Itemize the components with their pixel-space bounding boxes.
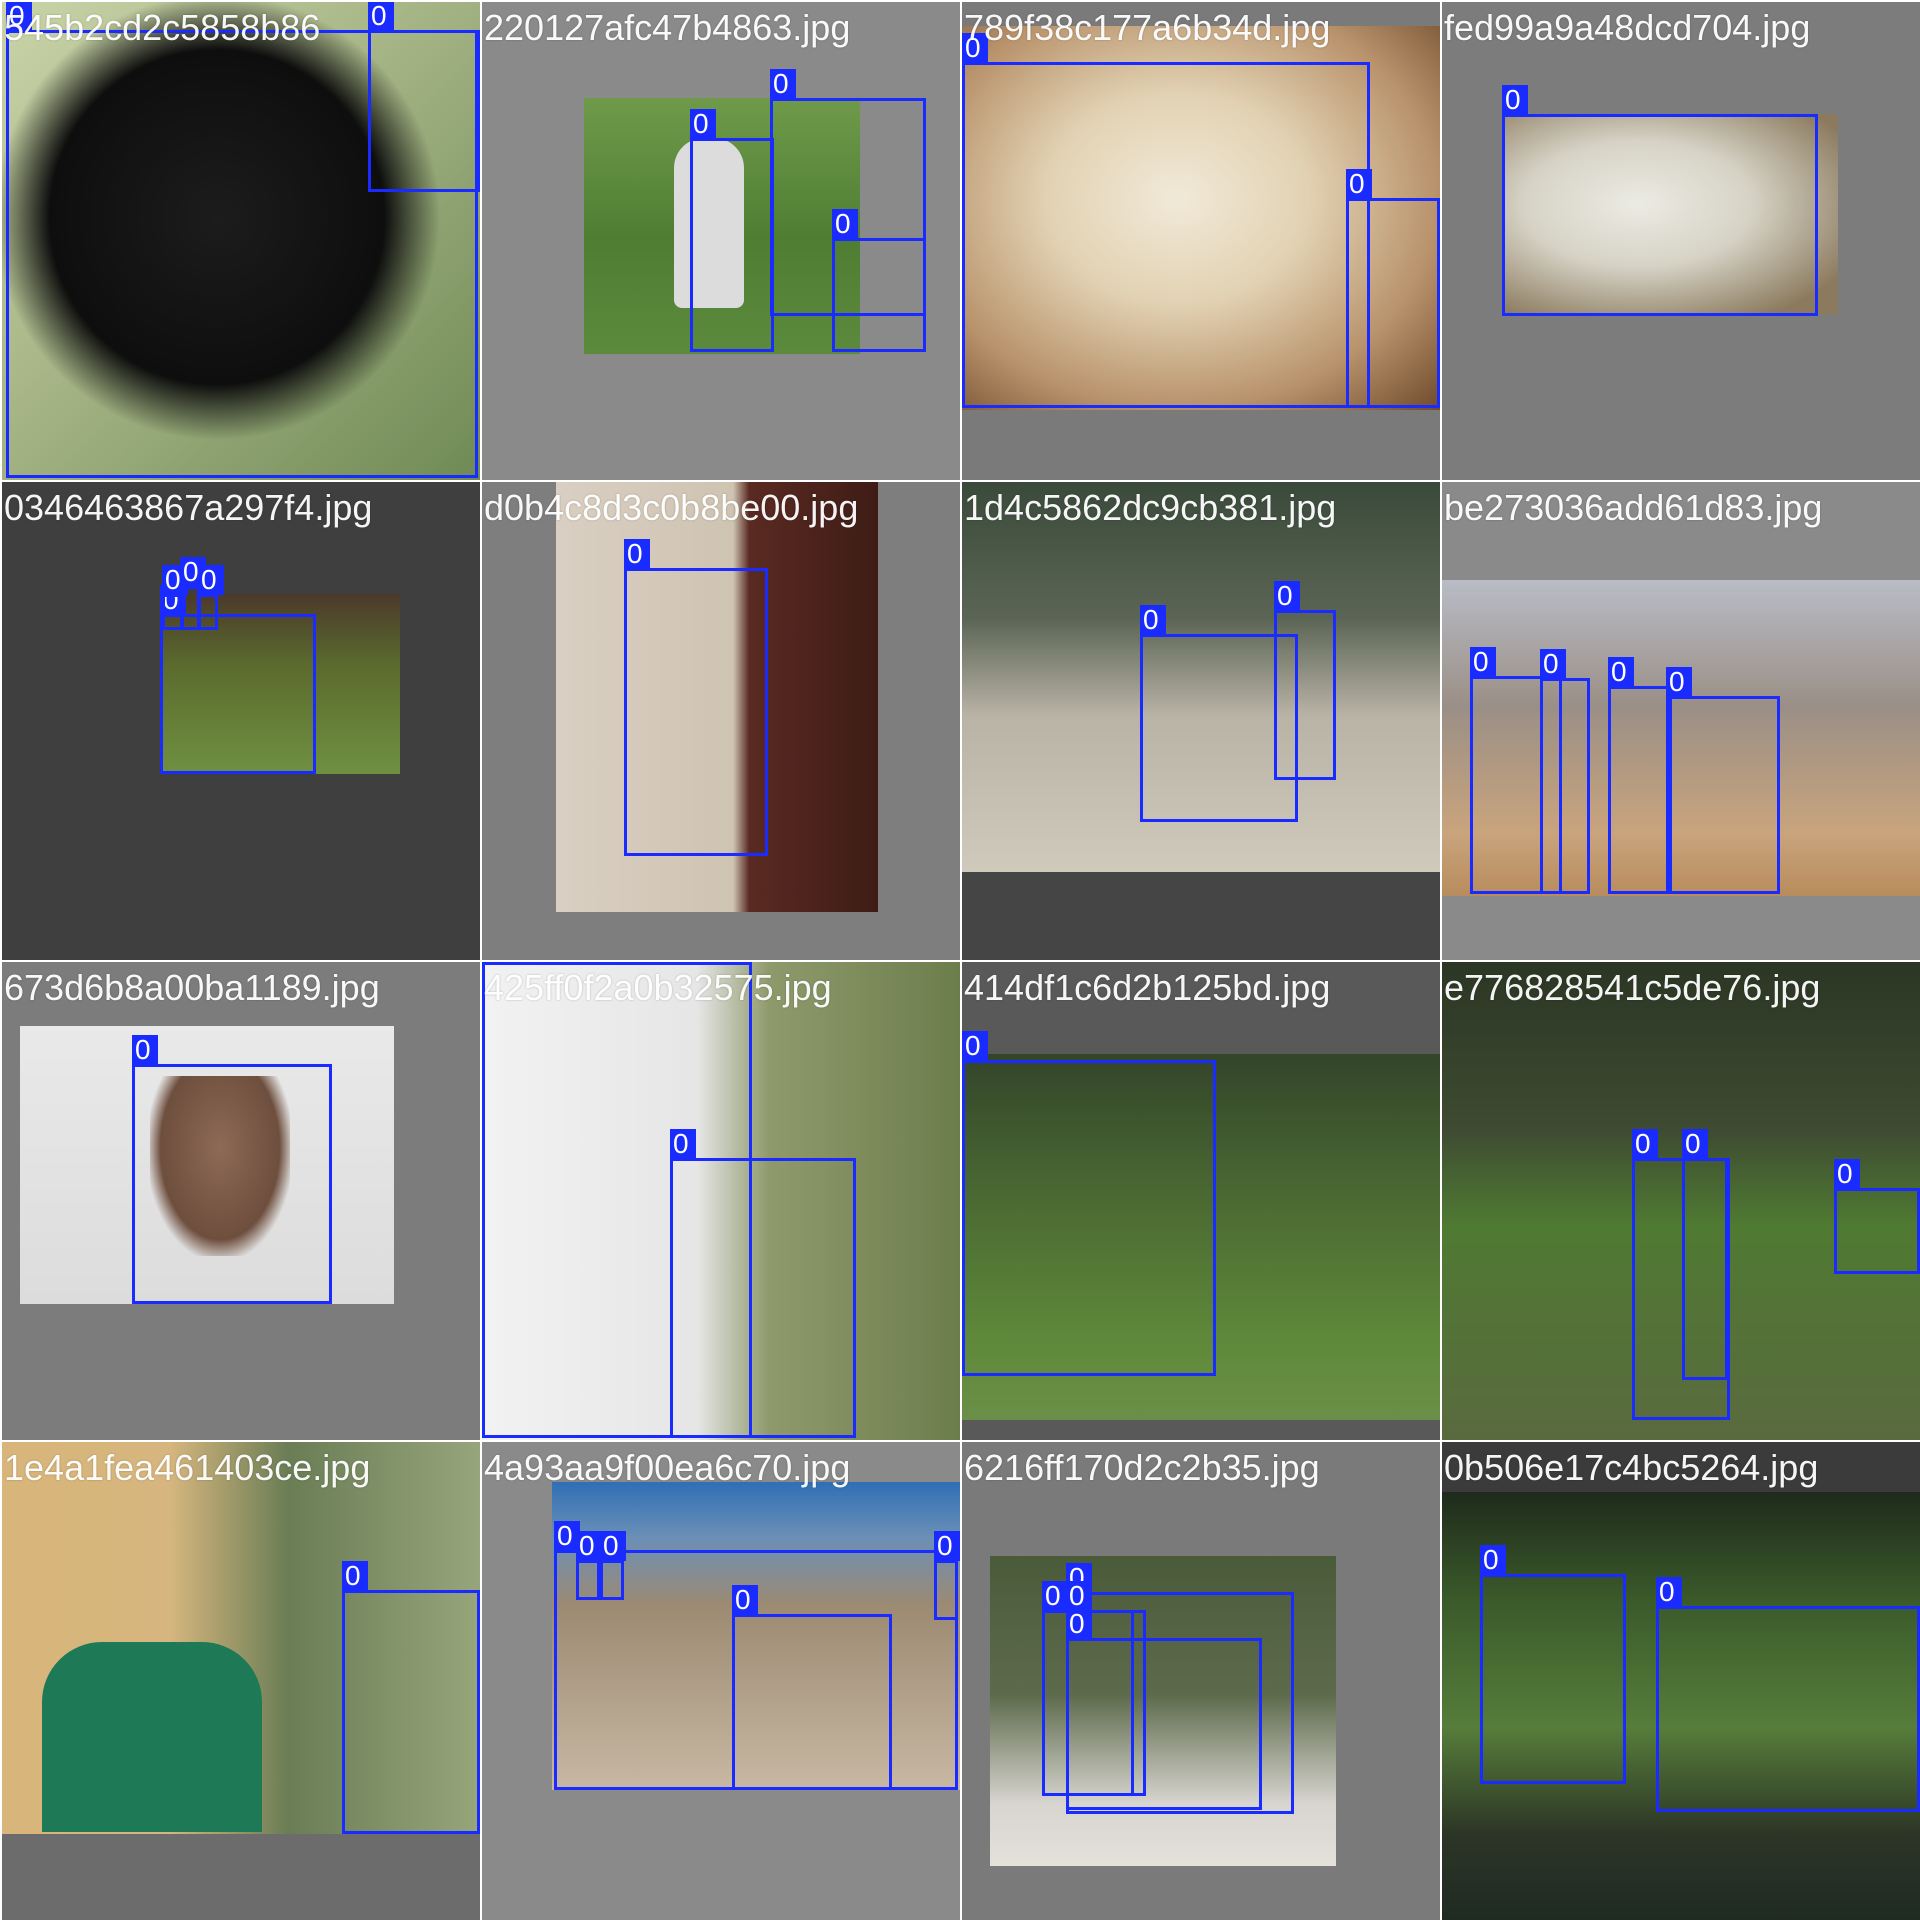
class-label: 0	[132, 1035, 158, 1065]
bounding-box: 0	[1540, 649, 1590, 894]
tile-13: 1e4a1fea461403ce.jpg 0	[2, 1442, 480, 1920]
bounding-box: 0	[160, 585, 316, 774]
tile-filename: 0346463867a297f4.jpg	[4, 487, 373, 528]
class-label: 0	[690, 109, 716, 139]
tile-filename: 220127afc47b4863.jpg	[484, 7, 851, 48]
tile-filename: d0b4c8d3c0b8be00.jpg	[484, 487, 859, 528]
tile-9: 673d6b8a00ba1189.jpg 0	[2, 962, 480, 1440]
class-label: 0	[624, 539, 650, 569]
class-label: 0	[482, 962, 508, 963]
bounding-box: 0	[1502, 85, 1818, 316]
class-label: 0	[1140, 605, 1166, 635]
class-label: 0	[1470, 647, 1496, 677]
bounding-box: 0	[732, 1585, 892, 1790]
tile-7: 1d4c5862dc9cb381.jpg 0 0	[962, 482, 1440, 960]
class-label: 0	[576, 1531, 602, 1561]
class-label: 0	[934, 1531, 960, 1561]
tile-10: 425ff0f2a0b32575.jpg 0 0	[482, 962, 960, 1440]
class-label: 0	[962, 1031, 988, 1061]
bounding-box: 0	[1682, 1129, 1728, 1380]
class-label: 0	[1042, 1581, 1068, 1611]
tile-4: fed99a9a48dcd704.jpg 0	[1442, 2, 1920, 480]
tile-filename: e776828541c5de76.jpg	[1444, 967, 1821, 1008]
tile-1: 545b2cd2c5858b86 0 0	[2, 2, 480, 480]
tile-14: 4a93aa9f00ea6c70.jpg 0 0 0 0 0	[482, 1442, 960, 1920]
bounding-box: 0	[180, 557, 206, 630]
tile-15: 6216ff170d2c2b35.jpg 0 0 0 0	[962, 1442, 1440, 1920]
class-label: 0	[1632, 1129, 1658, 1159]
class-label: 0	[1066, 1581, 1092, 1611]
class-label: 0	[1682, 1129, 1708, 1159]
bounding-box: 0	[690, 109, 774, 352]
tile-16: 0b506e17c4bc5264.jpg 0 0	[1442, 1442, 1920, 1920]
tile-6: d0b4c8d3c0b8be00.jpg 0	[482, 482, 960, 960]
tile-filename: fed99a9a48dcd704.jpg	[1444, 7, 1811, 48]
tile-filename: 414df1c6d2b125bd.jpg	[964, 967, 1331, 1008]
tile-filename: 6216ff170d2c2b35.jpg	[964, 1447, 1320, 1488]
tile-filename: 4a93aa9f00ea6c70.jpg	[484, 1447, 851, 1488]
class-label: 0	[1480, 1545, 1506, 1575]
class-label: 0	[1346, 169, 1372, 199]
class-label: 0	[770, 69, 796, 99]
class-label: 0	[600, 1531, 626, 1561]
class-label: 0	[1502, 85, 1528, 115]
bounding-box: 0	[198, 565, 224, 630]
bounding-box: 0	[962, 33, 1370, 408]
tile-11: 414df1c6d2b125bd.jpg 0	[962, 962, 1440, 1440]
class-label: 0	[732, 1585, 758, 1615]
bounding-box: 0	[1608, 657, 1672, 894]
bounding-box: 0	[832, 209, 926, 352]
bounding-box: 0	[962, 1031, 1216, 1376]
tile-2: 220127afc47b4863.jpg 0 0 0	[482, 2, 960, 480]
class-label: 0	[832, 209, 858, 239]
bounding-box: 0	[576, 1531, 602, 1600]
class-label: 0	[368, 2, 394, 31]
class-label: 0	[1608, 657, 1634, 687]
bounding-box: 0	[600, 1531, 626, 1600]
bounding-box: 0	[624, 539, 768, 856]
bounding-box: 0	[934, 1531, 960, 1620]
bounding-box: 0	[368, 2, 480, 192]
bounding-box: 0	[1066, 1609, 1262, 1810]
tile-filename: 1d4c5862dc9cb381.jpg	[964, 487, 1337, 528]
class-label: 0	[1066, 1609, 1092, 1639]
class-label: 0	[1834, 1159, 1860, 1189]
bounding-box: 0	[132, 1035, 332, 1304]
tile-filename: be273036add61d83.jpg	[1444, 487, 1823, 528]
class-label: 0	[1656, 1577, 1682, 1607]
tile-filename: 1e4a1fea461403ce.jpg	[4, 1447, 371, 1488]
bounding-box: 0	[1274, 581, 1336, 780]
class-label: 0	[198, 565, 224, 595]
class-label: 0	[1540, 649, 1566, 679]
class-label: 0	[670, 1129, 696, 1159]
bounding-box: 0	[1346, 169, 1440, 408]
bounding-box: 0	[1656, 1577, 1920, 1812]
tile-8: be273036add61d83.jpg 0 0 0 0	[1442, 482, 1920, 960]
tile-filename: 425ff0f2a0b32575.jpg	[484, 967, 832, 1008]
tile-3: 789f38c177a6b34d.jpg 0 0	[962, 2, 1440, 480]
bounding-box: 0	[1666, 667, 1780, 894]
tile-filename: 545b2cd2c5858b86	[4, 7, 321, 48]
bounding-box: 0	[1834, 1159, 1920, 1274]
tile-filename: 789f38c177a6b34d.jpg	[964, 7, 1331, 48]
tile-12: e776828541c5de76.jpg 0 0 0	[1442, 962, 1920, 1440]
class-label: 0	[342, 1561, 368, 1591]
detection-mosaic: 545b2cd2c5858b86 0 0 220127afc47b4863.jp…	[0, 0, 1920, 1920]
bounding-box: 0	[342, 1561, 480, 1834]
bounding-box: 0	[1480, 1545, 1626, 1784]
class-label: 0	[1666, 667, 1692, 697]
bounding-box: 0	[670, 1129, 856, 1438]
tile-filename: 0b506e17c4bc5264.jpg	[1444, 1447, 1819, 1488]
tile-filename: 673d6b8a00ba1189.jpg	[4, 967, 380, 1008]
tile-5: 0346463867a297f4.jpg 0 0 0 0	[2, 482, 480, 960]
class-label: 0	[1274, 581, 1300, 611]
